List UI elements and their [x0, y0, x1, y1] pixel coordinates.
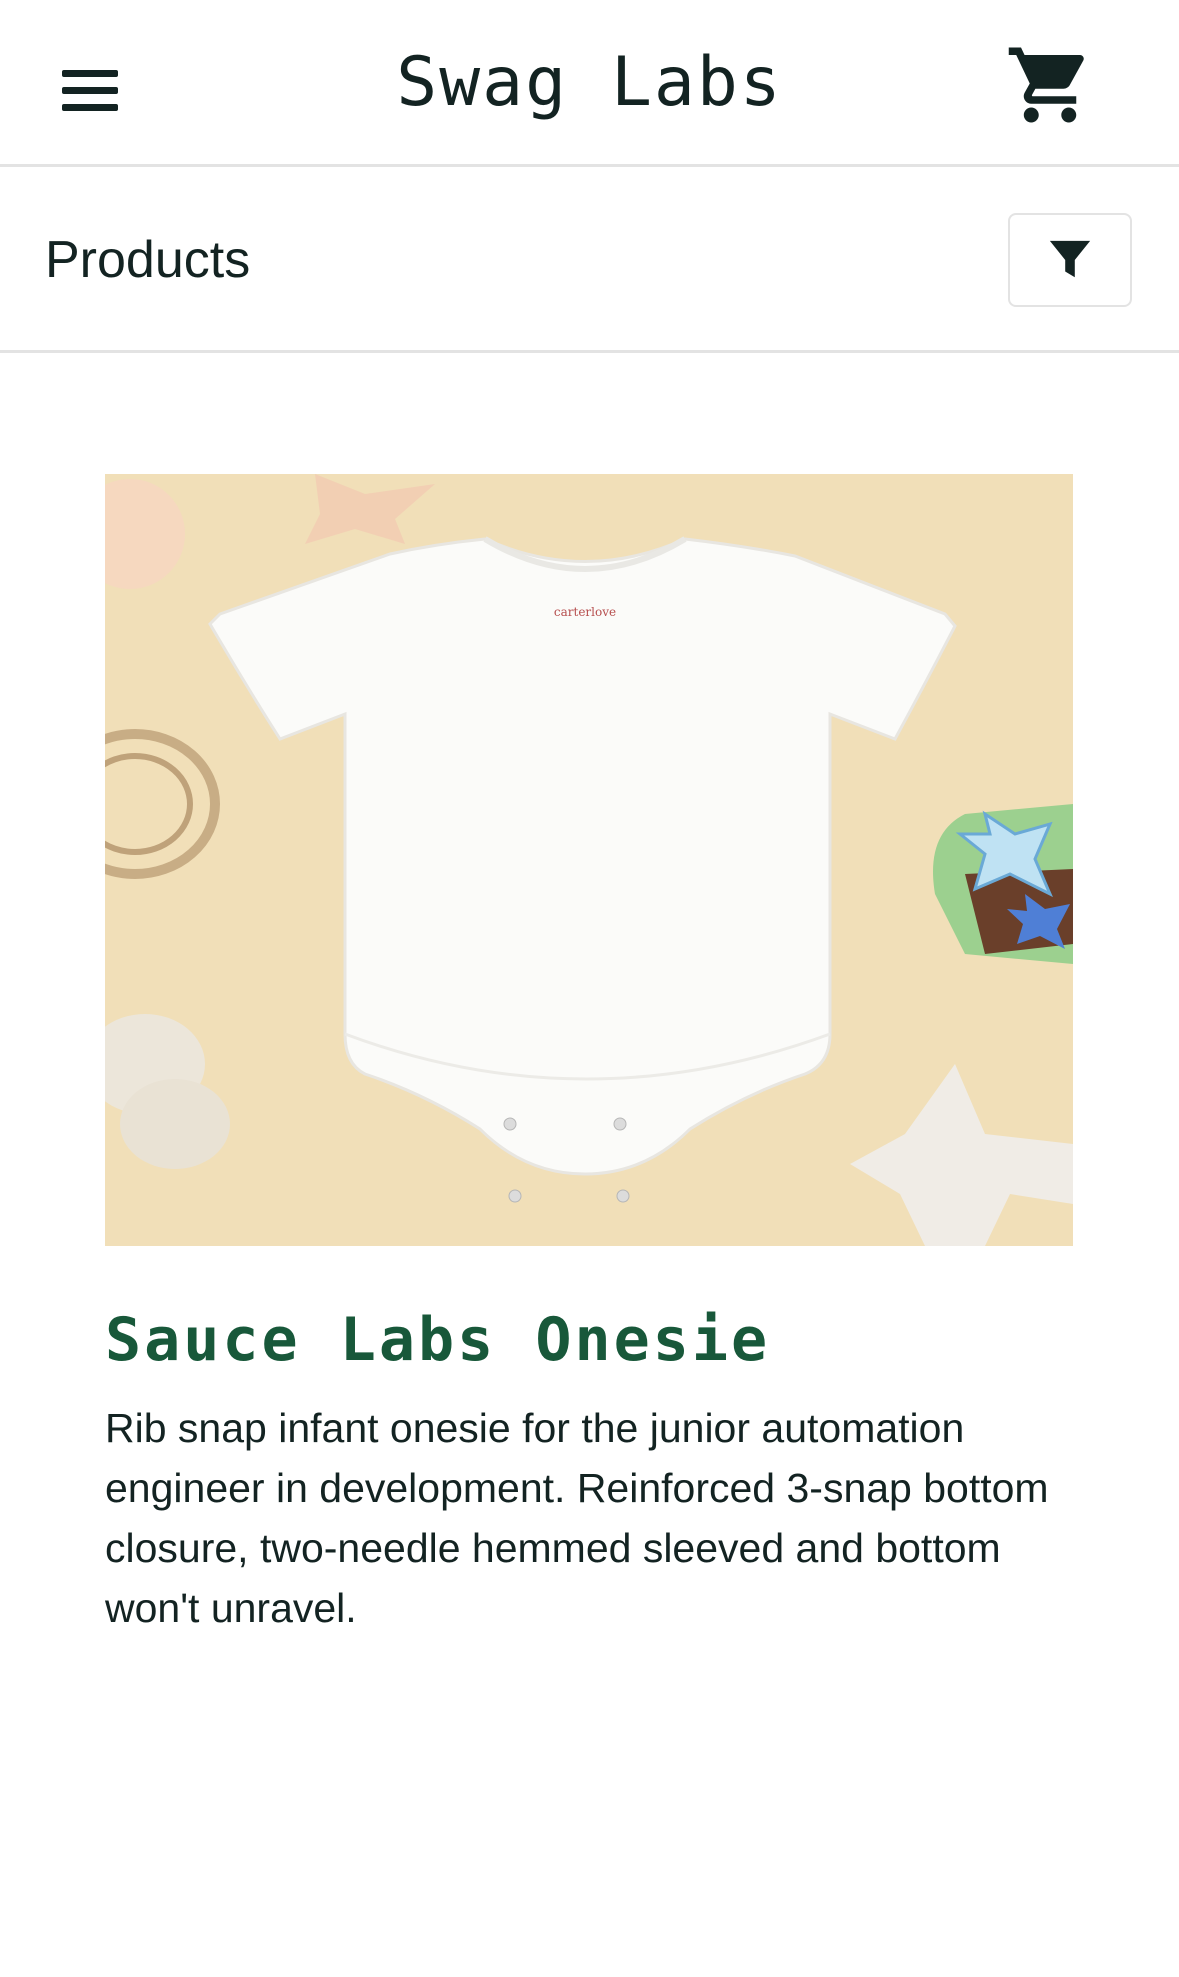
product-name-link[interactable]: Sauce Labs Onesie: [105, 1300, 770, 1380]
products-subheader: Products: [0, 167, 1179, 353]
sort-filter-button[interactable]: [1008, 213, 1132, 307]
product-image[interactable]: carterlove: [105, 474, 1073, 1246]
product-description: Rib snap infant onesie for the junior au…: [105, 1405, 1049, 1631]
top-header: Swag Labs: [0, 0, 1179, 167]
onesie-label-text: carterlove: [554, 605, 616, 619]
app-root: Swag Labs Products carterlove Sauce Labs…: [0, 0, 1179, 1977]
filter-icon: [1049, 240, 1091, 278]
page-title: Products: [45, 231, 251, 289]
app-title: Swag Labs: [396, 43, 783, 122]
shopping-cart-button[interactable]: [1005, 40, 1095, 130]
shopping-cart-icon: [1008, 47, 1084, 123]
onesie-illustration: carterlove: [105, 474, 1073, 1246]
